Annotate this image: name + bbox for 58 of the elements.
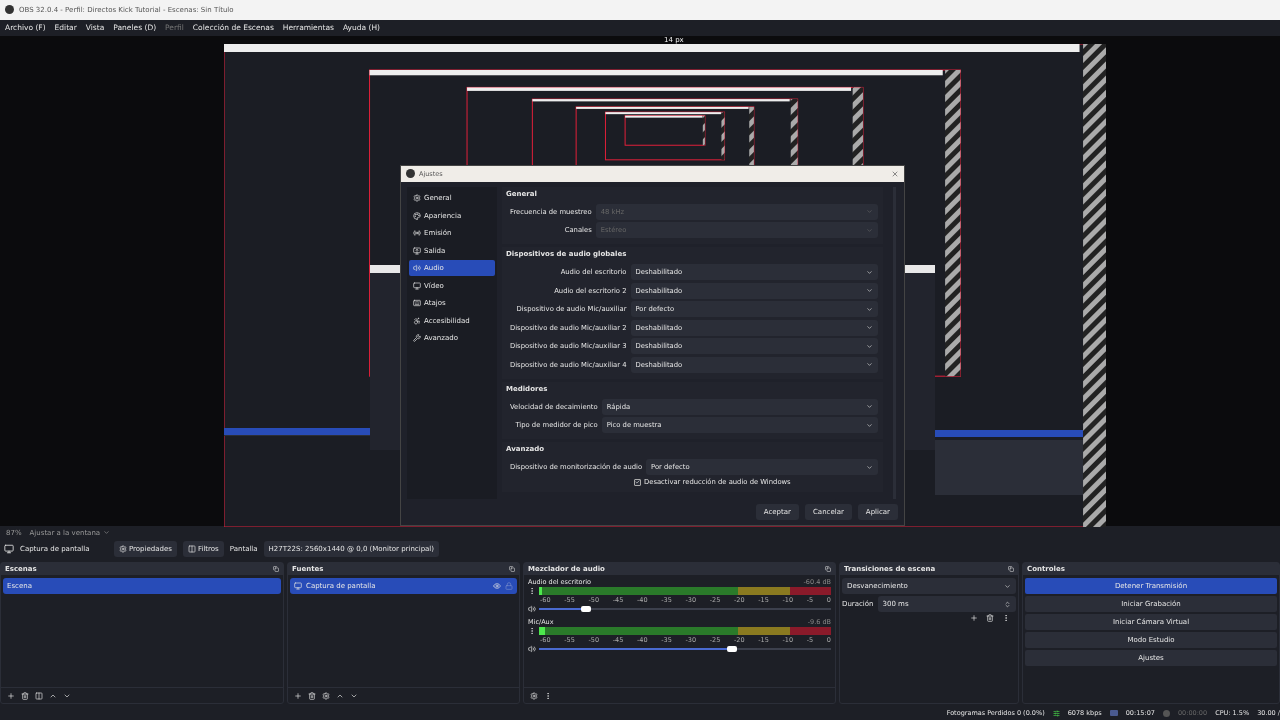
caret-icon [866,421,873,429]
trash-icon[interactable] [21,691,29,700]
trash-icon[interactable] [986,614,994,623]
sidebar-icon [413,299,421,308]
sidebar-icon [413,246,421,255]
speaker-icon[interactable] [528,605,536,614]
caret-icon [866,208,873,216]
checkbox[interactable] [634,478,641,486]
caret-icon [866,342,873,350]
filter-icon [187,545,196,554]
volume-slider[interactable] [539,605,831,614]
filter-icon[interactable] [35,691,43,700]
caret-icon [866,361,873,369]
dock-float-icon[interactable] [1008,566,1014,573]
sidebar-icon [413,194,421,203]
close-icon[interactable] [891,169,899,178]
caret-icon [866,324,873,332]
add-icon[interactable] [7,691,15,700]
caret-icon [866,226,873,234]
sidebar-icon [413,281,421,290]
caret-icon [866,305,873,313]
dock-float-icon[interactable] [509,566,515,573]
caret-icon [866,268,873,276]
monitor-icon [4,544,14,555]
speaker-icon[interactable] [528,645,536,654]
menu-icon[interactable] [528,587,536,596]
check-icon [635,479,640,486]
slider-thumb[interactable] [726,646,737,653]
caret-icon [866,403,873,411]
sidebar-icon [413,211,421,220]
spinner-arrows-icon[interactable] [1004,600,1011,608]
volume-slider[interactable] [539,645,831,654]
add-icon[interactable] [294,691,302,700]
caret-icon [866,463,873,471]
dock-float-icon[interactable] [273,566,279,573]
app-logo-icon [5,5,14,15]
caret-icon [866,287,873,295]
slider-thumb[interactable] [580,606,591,613]
caret-icon [103,529,111,537]
caret-icon [1004,582,1011,590]
sidebar-icon [413,316,421,325]
eye-icon[interactable] [493,582,501,591]
add-icon[interactable] [970,614,978,623]
menu-icon[interactable] [1002,614,1010,623]
sidebar-icon [413,334,421,343]
gear-icon [119,545,127,554]
monitor-icon [294,582,302,591]
settings-icon[interactable] [530,691,538,700]
trash-icon[interactable] [308,691,316,700]
record-icon [1162,709,1170,717]
stream-icon [1109,710,1118,716]
dock-float-icon[interactable] [825,566,831,573]
menu-icon[interactable] [544,691,552,700]
settings-icon[interactable] [322,691,330,700]
sidebar-icon [413,229,421,238]
app-logo-icon [406,169,415,179]
sidebar-icon [413,264,421,273]
menu-icon[interactable] [528,627,536,636]
